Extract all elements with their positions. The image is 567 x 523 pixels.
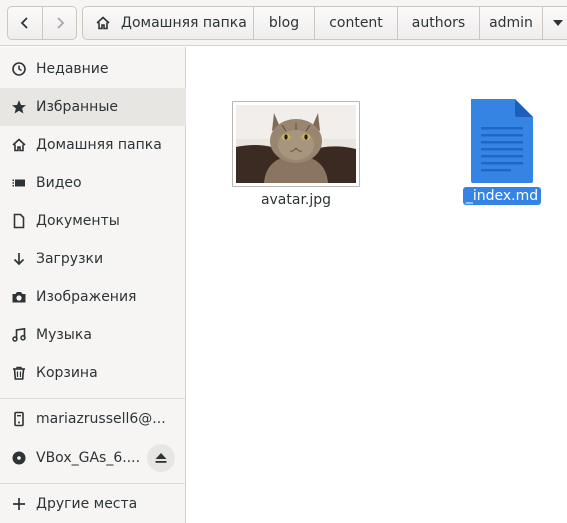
sidebar-item-trash[interactable]: Корзина: [0, 354, 186, 392]
chevron-left-icon: [20, 17, 28, 29]
back-button[interactable]: [8, 7, 42, 39]
text-document-icon: [467, 97, 537, 185]
sidebar-item-starred[interactable]: Избранные: [0, 88, 186, 126]
sidebar-item-home[interactable]: Домашняя папка: [0, 126, 186, 164]
eject-button[interactable]: [147, 444, 175, 472]
home-icon: [10, 136, 28, 154]
crumb-home[interactable]: Домашняя папка: [83, 7, 253, 39]
clock-icon: [10, 60, 28, 78]
file-view[interactable]: avatar.jpg _index.md: [187, 47, 567, 523]
sidebar-item-label: Видео: [36, 175, 82, 191]
chevron-right-icon: [56, 17, 64, 29]
sidebar-item-music[interactable]: Музыка: [0, 316, 186, 354]
sidebar-item-documents[interactable]: Документы: [0, 202, 186, 240]
file-name: avatar.jpg: [260, 192, 332, 208]
crumb-authors[interactable]: authors: [397, 7, 479, 39]
path-overflow-button[interactable]: [542, 7, 567, 39]
sidebar-divider: [0, 398, 186, 399]
sidebar: Недавние Избранные Домашняя папка Видео …: [0, 47, 186, 523]
navigation-buttons: [7, 6, 77, 40]
computer-icon: [10, 410, 28, 428]
music-icon: [10, 326, 28, 344]
sidebar-item-network-account[interactable]: mariazrussell6@...: [0, 400, 186, 438]
crumb-content[interactable]: content: [314, 7, 397, 39]
star-icon: [10, 98, 28, 116]
forward-button[interactable]: [42, 7, 76, 39]
download-icon: [10, 250, 28, 268]
sidebar-item-label: VBox_GAs_6....: [36, 450, 141, 466]
home-icon: [96, 16, 110, 30]
sidebar-divider: [0, 483, 186, 484]
sidebar-item-vbox-disc[interactable]: VBox_GAs_6....: [0, 439, 186, 477]
header-bar: Домашняя папка blog content authors admi…: [0, 0, 567, 46]
camera-icon: [10, 288, 28, 306]
sidebar-item-downloads[interactable]: Загрузки: [0, 240, 186, 278]
crumb-home-label: Домашняя папка: [121, 15, 247, 31]
path-bar: Домашняя папка blog content authors admi…: [82, 6, 567, 40]
sidebar-item-label: Корзина: [36, 365, 98, 381]
file-item-index-md[interactable]: _index.md: [462, 97, 542, 205]
sidebar-item-label: Недавние: [36, 61, 109, 77]
triangle-down-icon: [552, 20, 563, 26]
image-thumbnail: [232, 101, 360, 187]
sidebar-item-label: Домашняя папка: [36, 137, 162, 153]
cat-photo-thumbnail: [236, 105, 356, 183]
disc-icon: [10, 449, 28, 467]
plus-icon: [10, 495, 28, 513]
eject-icon: [155, 453, 167, 463]
crumb-admin[interactable]: admin: [479, 7, 542, 39]
crumb-blog[interactable]: blog: [253, 7, 314, 39]
video-icon: [10, 174, 28, 192]
trash-icon: [10, 364, 28, 382]
sidebar-item-label: mariazrussell6@...: [36, 411, 166, 427]
sidebar-item-pictures[interactable]: Изображения: [0, 278, 186, 316]
sidebar-item-other-locations[interactable]: Другие места: [0, 485, 186, 523]
document-icon: [10, 212, 28, 230]
sidebar-item-label: Другие места: [36, 496, 138, 512]
file-item-avatar[interactable]: avatar.jpg: [229, 101, 363, 208]
sidebar-item-label: Изображения: [36, 289, 137, 305]
sidebar-item-videos[interactable]: Видео: [0, 164, 186, 202]
sidebar-item-recent[interactable]: Недавние: [0, 50, 186, 88]
sidebar-item-label: Музыка: [36, 327, 92, 343]
file-name: _index.md: [462, 187, 542, 205]
sidebar-item-label: Загрузки: [36, 251, 104, 267]
sidebar-item-label: Избранные: [36, 99, 118, 115]
sidebar-item-label: Документы: [36, 213, 120, 229]
